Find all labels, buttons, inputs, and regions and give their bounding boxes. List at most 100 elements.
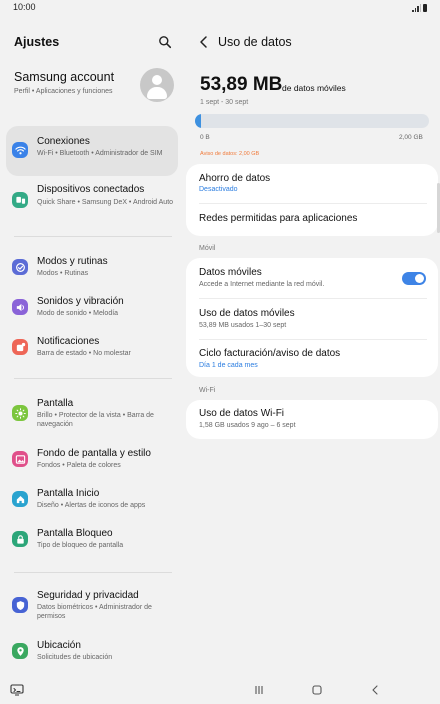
status-time: 10:00: [13, 2, 36, 12]
recents-button[interactable]: [251, 682, 267, 698]
settings-item-sonidos[interactable]: Sonidos y vibración Modo de sonido • Mel…: [6, 290, 178, 324]
location-icon: [12, 643, 28, 659]
section-wifi: Wi-Fi: [199, 387, 216, 394]
item-title: Ubicación: [37, 640, 81, 651]
mobile-data-toggle[interactable]: [402, 272, 426, 285]
mobile-usage-row[interactable]: Uso de datos móviles 53,89 MB usados 1–3…: [186, 299, 438, 338]
usage-progress-fill: [195, 114, 202, 128]
item-title: Conexiones: [37, 136, 90, 147]
settings-item-bloqueo[interactable]: Pantalla Bloqueo Tipo de bloqueo de pant…: [6, 522, 178, 556]
item-sub: Fondos • Paleta de colores: [37, 462, 121, 469]
back-button[interactable]: [198, 35, 210, 49]
item-sub: Barra de estado • No molestar: [37, 350, 131, 357]
settings-item-seguridad[interactable]: Seguridad y privacidad Datos biométricos…: [6, 584, 178, 628]
settings-item-conexiones[interactable]: Conexiones Wi-Fi • Bluetooth • Administr…: [6, 126, 178, 176]
item-sub: Modos • Rutinas: [37, 270, 89, 277]
item-title: Seguridad y privacidad: [37, 590, 139, 601]
usage-range: 1 sept - 30 sept: [200, 99, 249, 106]
data-saver-row[interactable]: Ahorro de datos Desactivado: [186, 164, 438, 202]
item-title: Fondo de pantalla y estilo: [37, 448, 151, 459]
mobile-data-row[interactable]: Datos móviles Accede a Internet mediante…: [186, 258, 438, 298]
row-sub: Día 1 de cada mes: [199, 362, 258, 369]
divider: [14, 378, 172, 379]
signal-icon: [412, 4, 421, 12]
settings-item-dispositivos[interactable]: Dispositivos conectados Quick Share • Sa…: [6, 178, 178, 222]
bar-min-label: 0 B: [200, 134, 210, 141]
item-sub: Quick Share • Samsung DeX • Android Auto: [37, 199, 174, 206]
row-title: Uso de datos Wi-Fi: [199, 408, 285, 419]
keyboard-switch-button[interactable]: [9, 682, 25, 698]
settings-item-pantalla[interactable]: Pantalla Brillo • Protector de la vista …: [6, 392, 178, 434]
item-title: Sonidos y vibración: [37, 296, 124, 307]
wallpaper-icon: [12, 451, 28, 467]
item-sub: Modo de sonido • Melodía: [37, 310, 119, 317]
item-title: Modos y rutinas: [37, 256, 108, 267]
lock-icon: [12, 531, 28, 547]
row-title: Ciclo facturación/aviso de datos: [199, 348, 341, 359]
modes-icon: [12, 259, 28, 275]
home-nav-icon: [312, 685, 322, 695]
avatar: [140, 68, 174, 102]
row-title: Uso de datos móviles: [199, 308, 295, 319]
status-bar: 10:00: [0, 0, 440, 16]
item-title: Pantalla Inicio: [37, 488, 100, 499]
billing-cycle-row[interactable]: Ciclo facturación/aviso de datos Día 1 d…: [186, 340, 438, 377]
settings-item-inicio[interactable]: Pantalla Inicio Diseño • Alertas de icon…: [6, 482, 178, 516]
wifi-usage-row[interactable]: Uso de datos Wi-Fi 1,58 GB usados 9 ago …: [186, 400, 438, 439]
devices-icon: [12, 192, 28, 208]
search-icon: [159, 36, 172, 49]
item-sub: Wi-Fi • Bluetooth • Administrador de SIM: [37, 150, 163, 157]
row-title: Ahorro de datos: [199, 173, 271, 184]
settings-item-fondo[interactable]: Fondo de pantalla y estilo Fondos • Pale…: [6, 442, 178, 476]
item-title: Pantalla: [37, 398, 74, 409]
settings-item-notificaciones[interactable]: Notificaciones Barra de estado • No mole…: [6, 330, 178, 364]
data-saver-card: Ahorro de datos Desactivado Redes permit…: [186, 164, 438, 236]
usage-value: 53,89 MB: [200, 74, 283, 95]
bar-max-label: 2,00 GB: [399, 134, 423, 141]
mobile-card: Datos móviles Accede a Internet mediante…: [186, 258, 438, 377]
system-icons: [412, 3, 427, 12]
settings-item-modos[interactable]: Modos y rutinas Modos • Rutinas: [6, 250, 178, 284]
search-button[interactable]: [158, 35, 172, 49]
divider: [14, 236, 172, 237]
display-icon: [12, 405, 28, 421]
item-sub: Brillo • Protector de la vista • Barra d…: [37, 412, 154, 428]
notification-icon: [12, 339, 28, 355]
recents-icon: [255, 686, 263, 694]
wifi-card: Uso de datos Wi-Fi 1,58 GB usados 9 ago …: [186, 400, 438, 439]
navigation-bar: [0, 676, 440, 704]
account-name: Samsung account: [14, 70, 115, 84]
toggle-knob: [415, 274, 424, 283]
settings-title: Ajustes: [14, 35, 60, 49]
home-icon: [12, 491, 28, 507]
page-title: Uso de datos: [218, 35, 292, 49]
data-warning-label: Aviso de datos: 2,00 GB: [200, 151, 260, 157]
item-title: Pantalla Bloqueo: [37, 528, 113, 539]
item-title: Notificaciones: [37, 336, 100, 347]
data-usage-pane: Uso de datos 53,89 MB de datos móviles 1…: [186, 16, 440, 676]
row-sub: Accede a Internet mediante la red móvil.: [199, 281, 325, 288]
back-nav-icon: [372, 685, 378, 695]
chevron-left-icon: [200, 36, 207, 48]
row-sub: 1,58 GB usados 9 ago – 6 sept: [199, 422, 296, 429]
sound-icon: [12, 299, 28, 315]
back-nav-button[interactable]: [367, 682, 383, 698]
usage-unit: de datos móviles: [282, 83, 346, 93]
samsung-account-item[interactable]: Samsung account Perfil • Aplicaciones y …: [0, 64, 185, 106]
battery-icon: [423, 4, 427, 12]
section-mobile: Móvil: [199, 245, 216, 252]
shield-icon: [12, 597, 28, 613]
item-title: Dispositivos conectados: [37, 184, 145, 195]
row-title: Datos móviles: [199, 267, 262, 278]
keyboard-icon: [10, 684, 24, 696]
account-sub: Perfil • Aplicaciones y funciones: [14, 88, 113, 95]
settings-item-ubicacion[interactable]: Ubicación Solicitudes de ubicación: [6, 634, 178, 668]
wifi-icon: [12, 142, 28, 158]
allowed-networks-row[interactable]: Redes permitidas para aplicaciones: [186, 204, 438, 236]
home-button[interactable]: [309, 682, 325, 698]
item-sub: Solicitudes de ubicación: [37, 654, 113, 661]
settings-list-pane: Ajustes Samsung account Perfil • Aplicac…: [0, 16, 185, 676]
row-title: Redes permitidas para aplicaciones: [199, 213, 358, 224]
item-sub: Diseño • Alertas de iconos de apps: [37, 502, 146, 509]
usage-progress-bar: [195, 114, 429, 128]
